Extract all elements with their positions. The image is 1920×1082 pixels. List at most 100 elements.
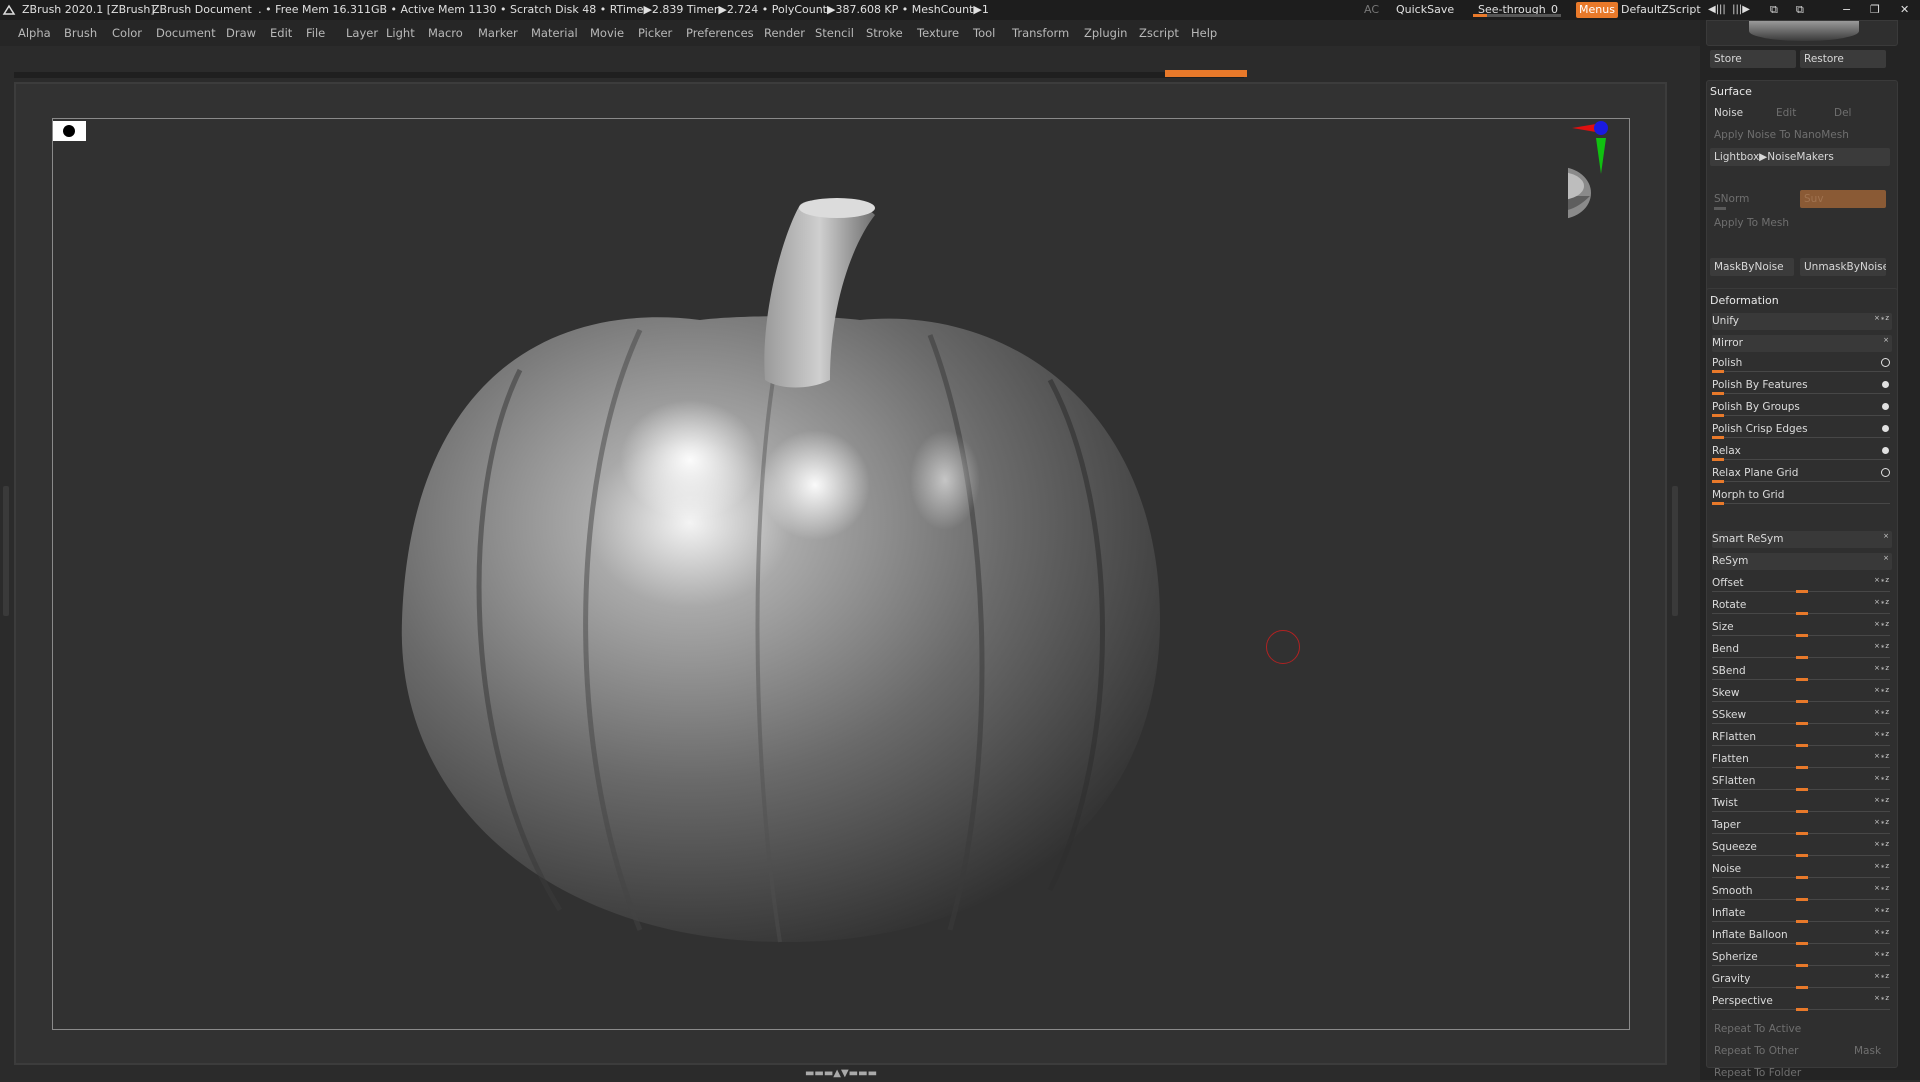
- noise-button[interactable]: Noise: [1710, 104, 1768, 122]
- slider-track[interactable]: [1712, 371, 1890, 372]
- slider-track[interactable]: [1712, 437, 1890, 438]
- menu-material[interactable]: Material: [531, 20, 578, 46]
- slider-knob[interactable]: [1796, 700, 1808, 703]
- menu-draw[interactable]: Draw: [226, 20, 256, 46]
- menu-edit[interactable]: Edit: [270, 20, 292, 46]
- deform-polish[interactable]: Polish: [1712, 356, 1892, 374]
- menu-zscript[interactable]: Zscript: [1139, 20, 1179, 46]
- xyz-flags-icon[interactable]: ×⁎z: [1874, 752, 1890, 760]
- slider-knob[interactable]: [1712, 502, 1724, 505]
- menu-zplugin[interactable]: Zplugin: [1084, 20, 1127, 46]
- deform-inflate[interactable]: Inflate ×⁎z: [1712, 906, 1892, 924]
- slider-knob[interactable]: [1796, 854, 1808, 857]
- slider-knob[interactable]: [1796, 898, 1808, 901]
- maximize-icon[interactable]: ❐: [1870, 0, 1880, 20]
- deform-smooth[interactable]: Smooth ×⁎z: [1712, 884, 1892, 902]
- apply-to-mesh-button[interactable]: Apply To Mesh: [1710, 214, 1890, 232]
- tool-preview[interactable]: [1706, 20, 1898, 46]
- unmask-by-noise-button[interactable]: UnmaskByNoise: [1800, 258, 1886, 276]
- ac-label[interactable]: AC: [1364, 0, 1379, 20]
- slider-knob[interactable]: [1712, 458, 1724, 461]
- slider-knob[interactable]: [1796, 942, 1808, 945]
- deform-polish-by-features[interactable]: Polish By Features: [1712, 378, 1892, 396]
- slider-track[interactable]: [1712, 415, 1890, 416]
- slider-track[interactable]: [1712, 459, 1890, 460]
- store-button[interactable]: Store: [1710, 50, 1796, 68]
- mask-by-noise-button[interactable]: MaskByNoise: [1710, 258, 1794, 276]
- xyz-flags-icon[interactable]: ×⁎z: [1874, 708, 1890, 716]
- slider-knob[interactable]: [1796, 986, 1808, 989]
- xyz-flags-icon[interactable]: ×: [1883, 336, 1890, 344]
- right-edge-grip[interactable]: [1672, 486, 1678, 616]
- quicksave-button[interactable]: QuickSave: [1396, 0, 1454, 20]
- option-dot-icon[interactable]: [1881, 468, 1890, 477]
- deform-perspective[interactable]: Perspective ×⁎z: [1712, 994, 1892, 1012]
- slider-knob[interactable]: [1796, 766, 1808, 769]
- xyz-flags-icon[interactable]: ×⁎z: [1874, 314, 1890, 322]
- suv-button[interactable]: Suv: [1800, 190, 1886, 208]
- slider-knob[interactable]: [1796, 612, 1808, 615]
- bottom-shelf-handle[interactable]: ▬▬▬▲▼▬▬▬: [777, 1069, 905, 1079]
- deform-noise[interactable]: Noise ×⁎z: [1712, 862, 1892, 880]
- deform-taper[interactable]: Taper ×⁎z: [1712, 818, 1892, 836]
- menu-light[interactable]: Light: [386, 20, 415, 46]
- deform-sbend[interactable]: SBend ×⁎z: [1712, 664, 1892, 682]
- xyz-flags-icon[interactable]: ×⁎z: [1874, 994, 1890, 1002]
- menu-layer[interactable]: Layer: [346, 20, 378, 46]
- restore-layout-icon[interactable]: ⧉: [1796, 0, 1804, 20]
- slider-track[interactable]: [1712, 393, 1890, 394]
- minimize-icon[interactable]: −: [1842, 0, 1851, 20]
- slider-knob[interactable]: [1796, 590, 1808, 593]
- repeat-to-folder-button[interactable]: Repeat To Folder: [1710, 1064, 1890, 1082]
- menu-picker[interactable]: Picker: [638, 20, 672, 46]
- menu-stencil[interactable]: Stencil: [815, 20, 854, 46]
- xyz-flags-icon[interactable]: ×⁎z: [1874, 774, 1890, 782]
- menu-document[interactable]: Document: [156, 20, 216, 46]
- deform-spherize[interactable]: Spherize ×⁎z: [1712, 950, 1892, 968]
- deform-polish-by-groups[interactable]: Polish By Groups: [1712, 400, 1892, 418]
- see-through-slider[interactable]: [1473, 14, 1561, 17]
- deform-polish-crisp-edges[interactable]: Polish Crisp Edges: [1712, 422, 1892, 440]
- slider-knob[interactable]: [1712, 370, 1724, 373]
- xyz-flags-icon[interactable]: ×⁎z: [1874, 972, 1890, 980]
- slider-knob[interactable]: [1712, 480, 1724, 483]
- slider-knob[interactable]: [1796, 788, 1808, 791]
- deform-flatten[interactable]: Flatten ×⁎z: [1712, 752, 1892, 770]
- xyz-flags-icon[interactable]: ×⁎z: [1874, 576, 1890, 584]
- xyz-flags-icon[interactable]: ×⁎z: [1874, 884, 1890, 892]
- deform-relax[interactable]: Relax: [1712, 444, 1892, 462]
- menu-stroke[interactable]: Stroke: [866, 20, 903, 46]
- option-dot-icon[interactable]: [1882, 403, 1889, 410]
- unify-button[interactable]: Unify ×⁎z: [1712, 314, 1892, 332]
- del-noise-button[interactable]: Del: [1830, 104, 1886, 122]
- apply-noise-nanomesh-button[interactable]: Apply Noise To NanoMesh: [1710, 126, 1890, 144]
- menus-toggle-button[interactable]: Menus: [1576, 2, 1618, 18]
- see-through-label[interactable]: See-through: [1478, 0, 1546, 20]
- xyz-flags-icon[interactable]: ×⁎z: [1874, 796, 1890, 804]
- menu-help[interactable]: Help: [1191, 20, 1217, 46]
- menu-tool[interactable]: Tool: [973, 20, 995, 46]
- xyz-flags-icon[interactable]: ×⁎z: [1874, 818, 1890, 826]
- slider-knob[interactable]: [1712, 436, 1724, 439]
- resym-button[interactable]: ReSym ×: [1712, 554, 1892, 572]
- xyz-flags-icon[interactable]: ×⁎z: [1874, 664, 1890, 672]
- repeat-to-active-button[interactable]: Repeat To Active: [1710, 1020, 1890, 1038]
- repeat-to-other-button[interactable]: Repeat To Other: [1710, 1042, 1840, 1060]
- deform-gravity[interactable]: Gravity ×⁎z: [1712, 972, 1892, 990]
- xyz-flags-icon[interactable]: ×⁎z: [1874, 730, 1890, 738]
- menu-color[interactable]: Color: [112, 20, 142, 46]
- deform-offset[interactable]: Offset ×⁎z: [1712, 576, 1892, 594]
- menu-file[interactable]: File: [306, 20, 325, 46]
- slider-knob[interactable]: [1796, 678, 1808, 681]
- layout-arrows-icon[interactable]: ◀||| |||▶: [1708, 0, 1750, 20]
- xyz-flags-icon[interactable]: ×⁎z: [1874, 862, 1890, 870]
- menu-brush[interactable]: Brush: [64, 20, 97, 46]
- window-layout-icon[interactable]: ⧉: [1770, 0, 1778, 20]
- surface-title[interactable]: Surface: [1710, 85, 1752, 98]
- slider-knob[interactable]: [1712, 414, 1724, 417]
- deform-rflatten[interactable]: RFlatten ×⁎z: [1712, 730, 1892, 748]
- mask-button[interactable]: Mask: [1850, 1042, 1890, 1060]
- deformation-title[interactable]: Deformation: [1710, 294, 1779, 307]
- slider-knob[interactable]: [1796, 1008, 1808, 1011]
- option-dot-icon[interactable]: [1881, 358, 1890, 367]
